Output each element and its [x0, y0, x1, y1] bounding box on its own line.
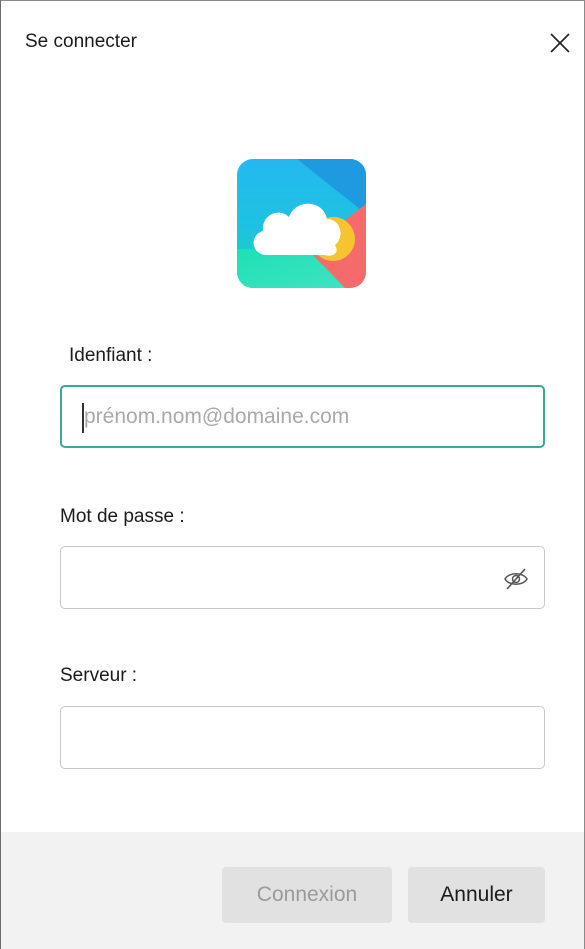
dialog-title: Se connecter [25, 31, 137, 52]
server-input[interactable] [83, 707, 483, 768]
dialog-footer: Connexion Annuler [1, 832, 584, 949]
password-input[interactable] [83, 547, 483, 608]
connect-button[interactable]: Connexion [222, 867, 392, 923]
close-button[interactable] [542, 25, 578, 61]
title-bar: Se connecter [1, 1, 584, 83]
password-field[interactable] [60, 546, 545, 609]
login-input[interactable] [84, 387, 484, 446]
app-logo [237, 159, 366, 288]
toggle-password-visibility-button[interactable] [502, 565, 530, 593]
cancel-button[interactable]: Annuler [408, 867, 545, 923]
server-field[interactable] [60, 706, 545, 769]
server-label: Serveur : [60, 665, 138, 686]
cloud-sun-logo-icon [237, 159, 366, 288]
password-label: Mot de passe : [60, 506, 185, 527]
eye-slash-icon [504, 568, 528, 590]
login-dialog: Se connecter Idenfiant: prénom.nom@doma… [0, 0, 585, 949]
login-field[interactable] [60, 385, 545, 448]
close-icon [550, 33, 570, 53]
login-label: Idenfiant : [69, 345, 153, 366]
